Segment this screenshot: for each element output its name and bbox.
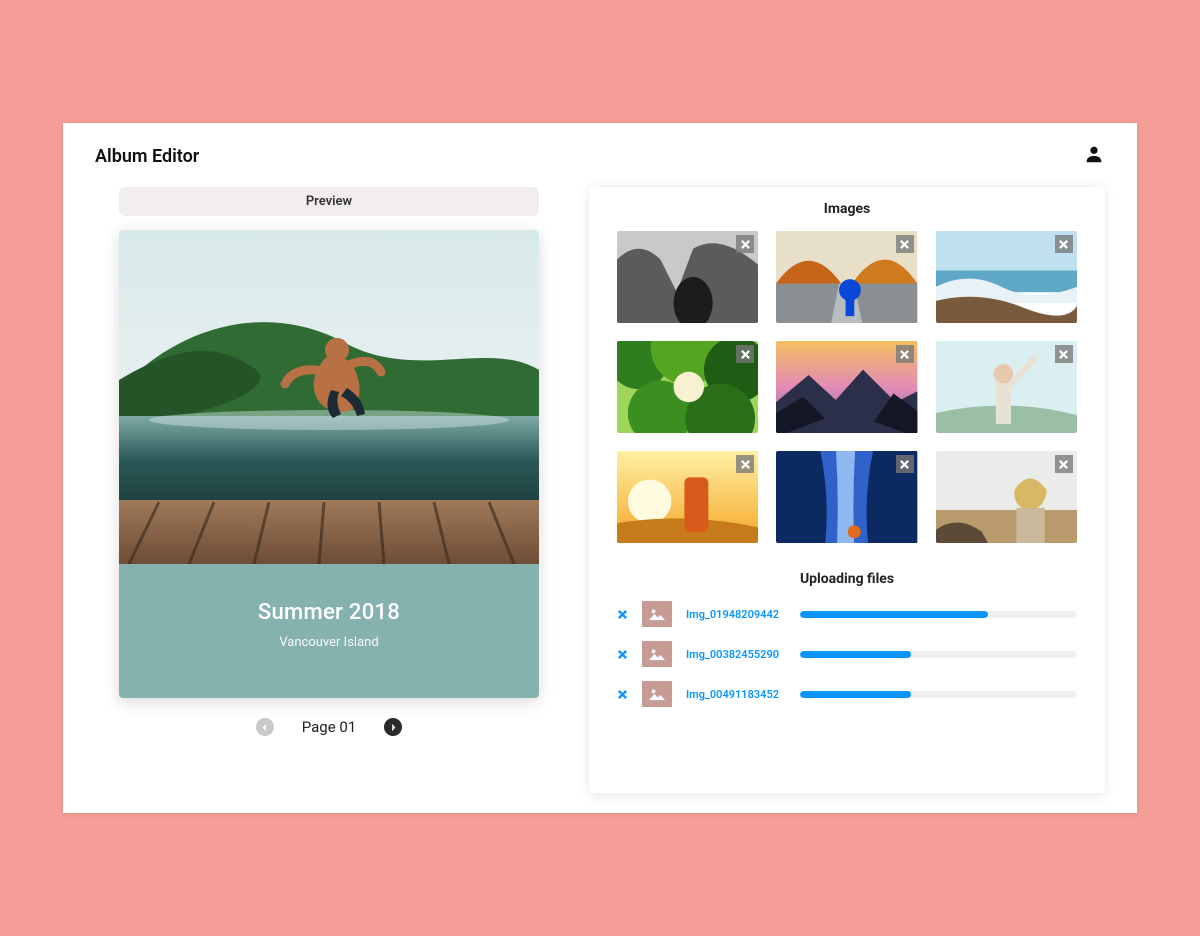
close-icon[interactable] bbox=[1055, 235, 1073, 253]
images-panel-title: Images bbox=[617, 201, 1077, 217]
thumbnail[interactable] bbox=[936, 451, 1077, 543]
upload-progress bbox=[800, 611, 1077, 618]
prev-page-button[interactable] bbox=[256, 718, 274, 736]
upload-progress-bar bbox=[800, 651, 911, 658]
upload-row: Img_00382455290 bbox=[617, 641, 1077, 667]
upload-progress bbox=[800, 651, 1077, 658]
upload-progress-bar bbox=[800, 611, 988, 618]
pager: Page 01 bbox=[119, 718, 539, 736]
thumbnail[interactable] bbox=[936, 231, 1077, 323]
cancel-upload-button[interactable] bbox=[617, 645, 628, 664]
album-title: Summer 2018 bbox=[129, 600, 529, 625]
upload-list: Img_01948209442 Img_00382455290 Img_0049… bbox=[617, 601, 1077, 721]
close-icon[interactable] bbox=[896, 345, 914, 363]
image-file-icon bbox=[642, 681, 672, 707]
user-icon[interactable] bbox=[1083, 143, 1105, 169]
cancel-upload-button[interactable] bbox=[617, 605, 628, 624]
page-indicator: Page 01 bbox=[302, 718, 357, 736]
close-icon[interactable] bbox=[1055, 345, 1073, 363]
thumbnail[interactable] bbox=[617, 231, 758, 323]
images-panel: Images bbox=[589, 187, 1105, 793]
upload-row: Img_00491183452 bbox=[617, 681, 1077, 707]
uploads-title: Uploading files bbox=[617, 571, 1077, 587]
preview-label: Preview bbox=[119, 187, 539, 216]
thumbnail[interactable] bbox=[776, 231, 917, 323]
close-icon[interactable] bbox=[736, 345, 754, 363]
close-icon[interactable] bbox=[736, 455, 754, 473]
content: Preview bbox=[63, 169, 1137, 813]
upload-filename: Img_00491183452 bbox=[686, 688, 786, 701]
close-icon[interactable] bbox=[1055, 455, 1073, 473]
image-file-icon bbox=[642, 601, 672, 627]
thumbnail[interactable] bbox=[936, 341, 1077, 433]
next-page-button[interactable] bbox=[384, 718, 402, 736]
album-subtitle: Vancouver Island bbox=[129, 635, 529, 650]
thumbnail[interactable] bbox=[617, 341, 758, 433]
upload-filename: Img_01948209442 bbox=[686, 608, 786, 621]
thumbnail-grid bbox=[617, 231, 1077, 543]
upload-filename: Img_00382455290 bbox=[686, 648, 786, 661]
close-icon[interactable] bbox=[736, 235, 754, 253]
thumbnail[interactable] bbox=[776, 341, 917, 433]
cancel-upload-button[interactable] bbox=[617, 685, 628, 704]
upload-row: Img_01948209442 bbox=[617, 601, 1077, 627]
thumbnail[interactable] bbox=[617, 451, 758, 543]
album-cover-image bbox=[119, 230, 539, 564]
app-title: Album Editor bbox=[95, 146, 199, 167]
app-window: Album Editor Preview bbox=[63, 123, 1137, 813]
close-icon[interactable] bbox=[896, 455, 914, 473]
close-icon[interactable] bbox=[896, 235, 914, 253]
upload-progress bbox=[800, 691, 1077, 698]
header: Album Editor bbox=[63, 123, 1137, 169]
image-file-icon bbox=[642, 641, 672, 667]
preview-column: Preview bbox=[119, 187, 539, 793]
album-card[interactable]: Summer 2018 Vancouver Island bbox=[119, 230, 539, 698]
thumbnail[interactable] bbox=[776, 451, 917, 543]
upload-progress-bar bbox=[800, 691, 911, 698]
album-meta: Summer 2018 Vancouver Island bbox=[119, 564, 539, 698]
